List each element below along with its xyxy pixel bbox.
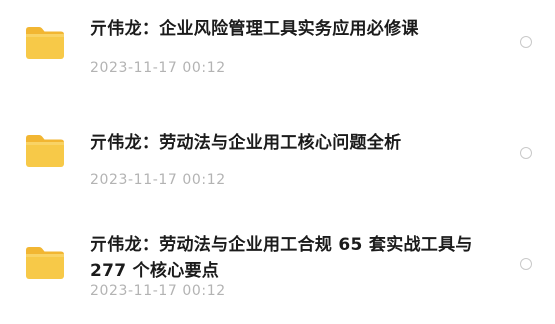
folder-icon: [24, 134, 66, 168]
select-radio[interactable]: [520, 258, 532, 270]
list-item[interactable]: 亓伟龙：企业风险管理工具实务应用必修课 2023-11-17 00:12: [0, 0, 555, 104]
select-radio[interactable]: [520, 147, 532, 159]
folder-icon: [24, 26, 66, 60]
file-title: 亓伟龙：劳动法与企业用工核心问题全析: [90, 133, 402, 153]
file-timestamp: 2023-11-17 00:12: [90, 172, 226, 188]
list-item[interactable]: 亓伟龙：劳动法与企业用工合规 65 套实战工具与 277 个核心要点 2023-…: [0, 220, 555, 324]
folder-icon: [24, 246, 66, 280]
file-title: 亓伟龙：企业风险管理工具实务应用必修课: [90, 19, 419, 39]
file-list: 亓伟龙：企业风险管理工具实务应用必修课 2023-11-17 00:12 亓伟龙…: [0, 0, 555, 310]
select-radio[interactable]: [520, 36, 532, 48]
list-item[interactable]: 亓伟龙：劳动法与企业用工核心问题全析 2023-11-17 00:12: [0, 110, 555, 214]
file-timestamp: 2023-11-17 00:12: [90, 60, 226, 76]
file-timestamp: 2023-11-17 00:12: [90, 283, 226, 299]
file-title: 亓伟龙：劳动法与企业用工合规 65 套实战工具与 277 个核心要点: [90, 235, 473, 281]
